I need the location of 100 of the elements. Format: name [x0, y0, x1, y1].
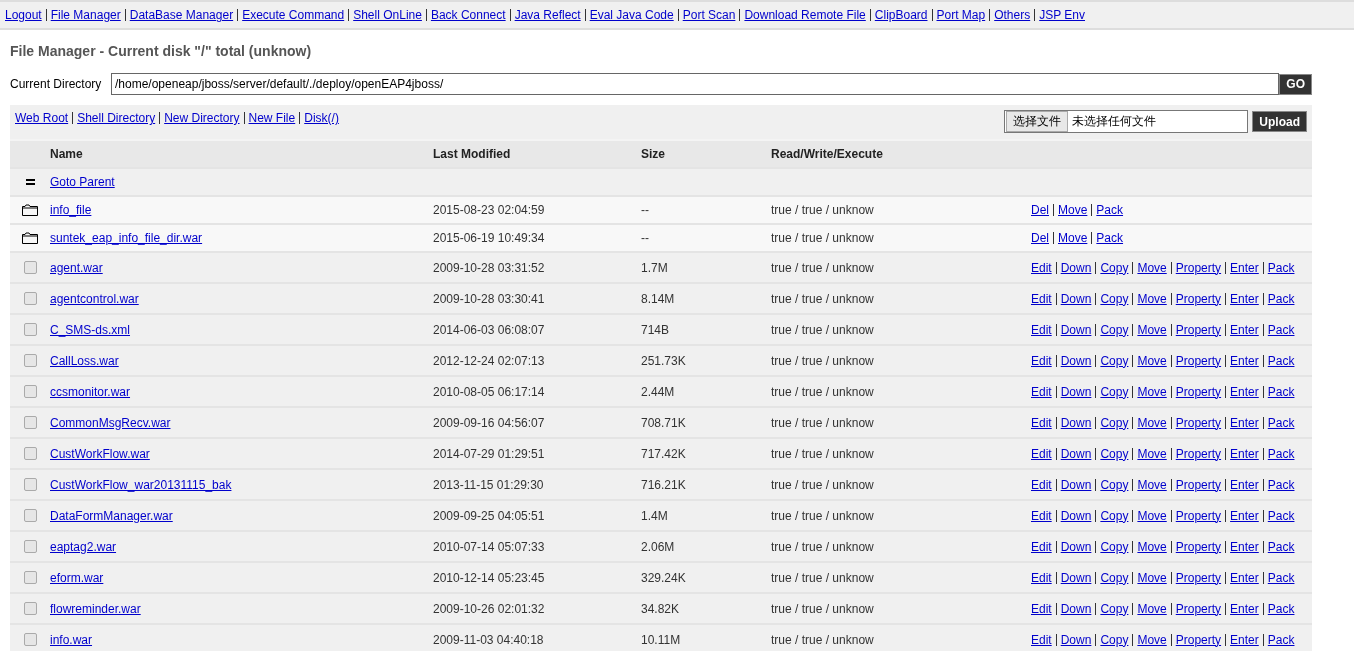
action-link[interactable]: Down: [1060, 291, 1092, 306]
row-checkbox[interactable]: [23, 354, 37, 367]
row-checkbox[interactable]: [23, 447, 37, 460]
action-link[interactable]: Pack: [1267, 570, 1295, 585]
nav-link[interactable]: Download Remote File: [744, 8, 866, 22]
file-name-link[interactable]: DataFormManager.war: [50, 508, 173, 523]
file-name-link[interactable]: CallLoss.war: [50, 353, 119, 368]
action-link[interactable]: Pack: [1267, 291, 1295, 306]
action-link[interactable]: Edit: [1031, 570, 1052, 585]
action-link[interactable]: Move: [1137, 446, 1167, 461]
upload-button[interactable]: Upload: [1252, 111, 1307, 132]
action-link[interactable]: Move: [1137, 260, 1167, 275]
action-link[interactable]: Down: [1060, 446, 1092, 461]
action-link[interactable]: Move: [1137, 384, 1167, 399]
action-link[interactable]: Edit: [1031, 601, 1052, 616]
action-link[interactable]: Enter: [1230, 322, 1259, 337]
file-name-link[interactable]: info_file: [50, 203, 92, 217]
action-link[interactable]: Copy: [1100, 322, 1129, 337]
row-checkbox[interactable]: [23, 416, 37, 429]
action-link[interactable]: Pack: [1267, 322, 1295, 337]
action-link[interactable]: Edit: [1031, 322, 1052, 337]
nav-link[interactable]: Back Connect: [430, 8, 506, 22]
action-link[interactable]: Pack: [1096, 231, 1124, 245]
action-link[interactable]: Property: [1175, 322, 1222, 337]
nav-link[interactable]: Port Map: [936, 8, 986, 22]
action-link[interactable]: Down: [1060, 508, 1092, 523]
action-link[interactable]: Property: [1175, 477, 1222, 492]
action-link[interactable]: Copy: [1100, 477, 1129, 492]
action-link[interactable]: Down: [1060, 260, 1092, 275]
nav-link[interactable]: Java Reflect: [514, 8, 581, 22]
action-link[interactable]: Down: [1060, 322, 1092, 337]
file-name-link[interactable]: CommonMsgRecv.war: [50, 415, 171, 430]
file-name-link[interactable]: C_SMS-ds.xml: [50, 322, 130, 337]
row-checkbox[interactable]: [23, 509, 37, 522]
action-link[interactable]: Down: [1060, 353, 1092, 368]
nav-link[interactable]: Shell OnLine: [353, 8, 422, 22]
action-link[interactable]: Move: [1058, 231, 1088, 245]
toolbar-link[interactable]: Shell Directory: [77, 111, 156, 125]
action-link[interactable]: Property: [1175, 539, 1222, 554]
nav-link[interactable]: ClipBoard: [874, 8, 928, 22]
action-link[interactable]: Property: [1175, 601, 1222, 616]
action-link[interactable]: Down: [1060, 601, 1092, 616]
action-link[interactable]: Enter: [1230, 508, 1259, 523]
row-checkbox[interactable]: [23, 323, 37, 336]
row-checkbox[interactable]: [23, 602, 37, 615]
action-link[interactable]: Property: [1175, 570, 1222, 585]
action-link[interactable]: Move: [1137, 322, 1167, 337]
action-link[interactable]: Enter: [1230, 260, 1259, 275]
action-link[interactable]: Move: [1058, 203, 1088, 217]
action-link[interactable]: Move: [1137, 291, 1167, 306]
action-link[interactable]: Enter: [1230, 415, 1259, 430]
toolbar-link[interactable]: Disk(/): [304, 111, 339, 125]
action-link[interactable]: Edit: [1031, 446, 1052, 461]
action-link[interactable]: Down: [1060, 477, 1092, 492]
nav-link[interactable]: Eval Java Code: [589, 8, 674, 22]
toolbar-link[interactable]: Web Root: [15, 111, 69, 125]
row-checkbox[interactable]: [23, 385, 37, 398]
action-link[interactable]: Copy: [1100, 291, 1129, 306]
action-link[interactable]: Property: [1175, 353, 1222, 368]
action-link[interactable]: Copy: [1100, 508, 1129, 523]
action-link[interactable]: Pack: [1267, 446, 1295, 461]
row-checkbox[interactable]: [23, 478, 37, 491]
action-link[interactable]: Edit: [1031, 260, 1052, 275]
action-link[interactable]: Edit: [1031, 477, 1052, 492]
choose-file-button[interactable]: 选择文件: [1006, 111, 1069, 132]
action-link[interactable]: Move: [1137, 539, 1167, 554]
file-name-link[interactable]: info.war: [50, 632, 93, 647]
action-link[interactable]: Move: [1137, 477, 1167, 492]
go-button[interactable]: GO: [1279, 73, 1312, 95]
toolbar-link[interactable]: New Directory: [164, 111, 240, 125]
file-name-link[interactable]: flowreminder.war: [50, 601, 141, 616]
action-link[interactable]: Down: [1060, 415, 1092, 430]
action-link[interactable]: Pack: [1267, 384, 1295, 399]
action-link[interactable]: Property: [1175, 415, 1222, 430]
action-link[interactable]: Edit: [1031, 415, 1052, 430]
nav-link[interactable]: Logout: [5, 8, 42, 22]
action-link[interactable]: Pack: [1267, 632, 1295, 647]
nav-link[interactable]: File Manager: [50, 8, 121, 22]
action-link[interactable]: Pack: [1267, 415, 1295, 430]
action-link[interactable]: Del: [1031, 203, 1049, 217]
file-name-link[interactable]: Goto Parent: [50, 175, 115, 189]
action-link[interactable]: Enter: [1230, 539, 1259, 554]
action-link[interactable]: Copy: [1100, 260, 1129, 275]
action-link[interactable]: Del: [1031, 231, 1049, 245]
action-link[interactable]: Edit: [1031, 291, 1052, 306]
action-link[interactable]: Pack: [1267, 539, 1295, 554]
action-link[interactable]: Enter: [1230, 601, 1259, 616]
action-link[interactable]: Copy: [1100, 570, 1129, 585]
file-name-link[interactable]: suntek_eap_info_file_dir.war: [50, 231, 203, 245]
action-link[interactable]: Property: [1175, 260, 1222, 275]
row-checkbox[interactable]: [23, 571, 37, 584]
action-link[interactable]: Copy: [1100, 446, 1129, 461]
action-link[interactable]: Copy: [1100, 601, 1129, 616]
action-link[interactable]: Pack: [1267, 260, 1295, 275]
nav-link[interactable]: Port Scan: [682, 8, 736, 22]
action-link[interactable]: Enter: [1230, 291, 1259, 306]
action-link[interactable]: Down: [1060, 539, 1092, 554]
action-link[interactable]: Move: [1137, 353, 1167, 368]
action-link[interactable]: Down: [1060, 384, 1092, 399]
nav-link[interactable]: Others: [994, 8, 1031, 22]
